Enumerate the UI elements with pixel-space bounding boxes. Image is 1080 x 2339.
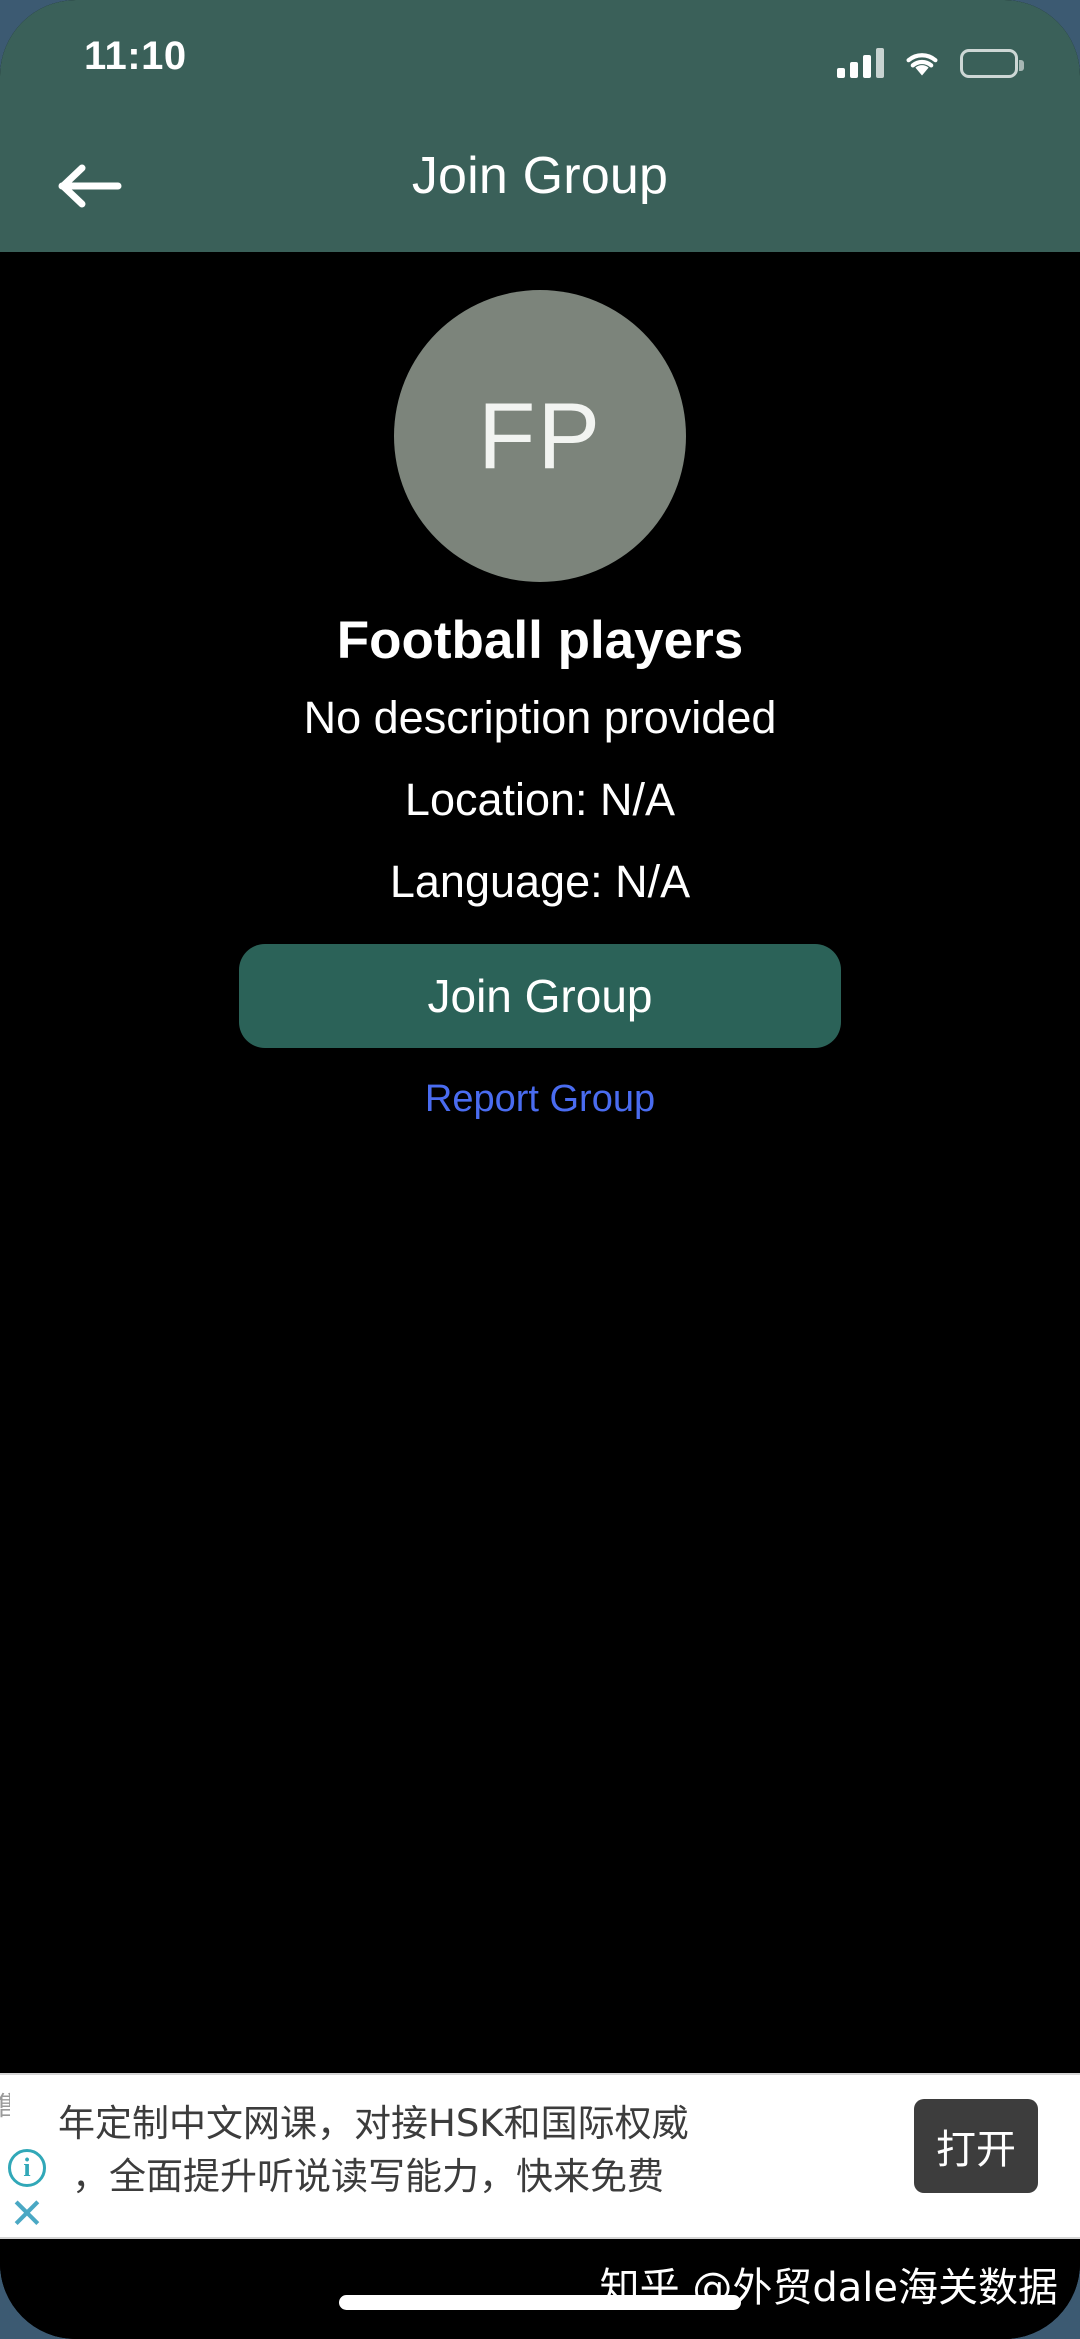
- ad-body-line-2: ，全面提升听说读写能力，快来免费: [72, 2155, 664, 2198]
- phone-screen: 11:10 Join Group FP Football players No …: [0, 0, 1080, 2339]
- page-title: Join Group: [411, 147, 669, 205]
- group-location: Location: N/A: [404, 774, 676, 825]
- avatar-initials: FP: [477, 383, 603, 488]
- report-group-link[interactable]: Report Group: [0, 1078, 1080, 1121]
- status-bar: 11:10: [0, 0, 1080, 122]
- group-language: Language: N/A: [389, 856, 691, 907]
- status-bar-clock: 11:10: [84, 34, 187, 78]
- ad-body-text: 年定制中文网课，对接HSK和国际权威 ，全面提升听说读写能力，快来免费: [58, 2097, 858, 2203]
- ad-body-line-1: 年定制中文网课，对接HSK和国际权威: [58, 2102, 689, 2145]
- group-name: Football players: [336, 611, 744, 670]
- join-group-button[interactable]: Join Group: [239, 944, 841, 1048]
- battery-full-icon: [960, 49, 1024, 78]
- group-description: No description provided: [303, 692, 777, 743]
- wifi-icon: [902, 48, 942, 78]
- advertisement-banner[interactable]: 售 i ✕ 年定制中文网课，对接HSK和国际权威 ，全面提升听说读写能力，快来免…: [0, 2073, 1080, 2239]
- ad-ghost-text: 售: [0, 2091, 10, 2163]
- signal-bars-icon: [837, 48, 884, 78]
- group-detail-content: FP Football players No description provi…: [0, 252, 1080, 2339]
- bottom-bar: 知乎 @外贸dale海关数据: [0, 2239, 1080, 2339]
- ad-open-button[interactable]: 打开: [914, 2099, 1038, 2193]
- phone-device-frame: 11:10 Join Group FP Football players No …: [0, 0, 1080, 2339]
- home-indicator-bar[interactable]: [339, 2295, 741, 2310]
- close-x-icon[interactable]: ✕: [6, 2193, 48, 2235]
- status-bar-indicators: [837, 38, 1024, 78]
- navigation-bar: Join Group: [0, 122, 1080, 252]
- group-avatar: FP: [394, 290, 686, 582]
- info-circle-icon[interactable]: i: [8, 2149, 46, 2187]
